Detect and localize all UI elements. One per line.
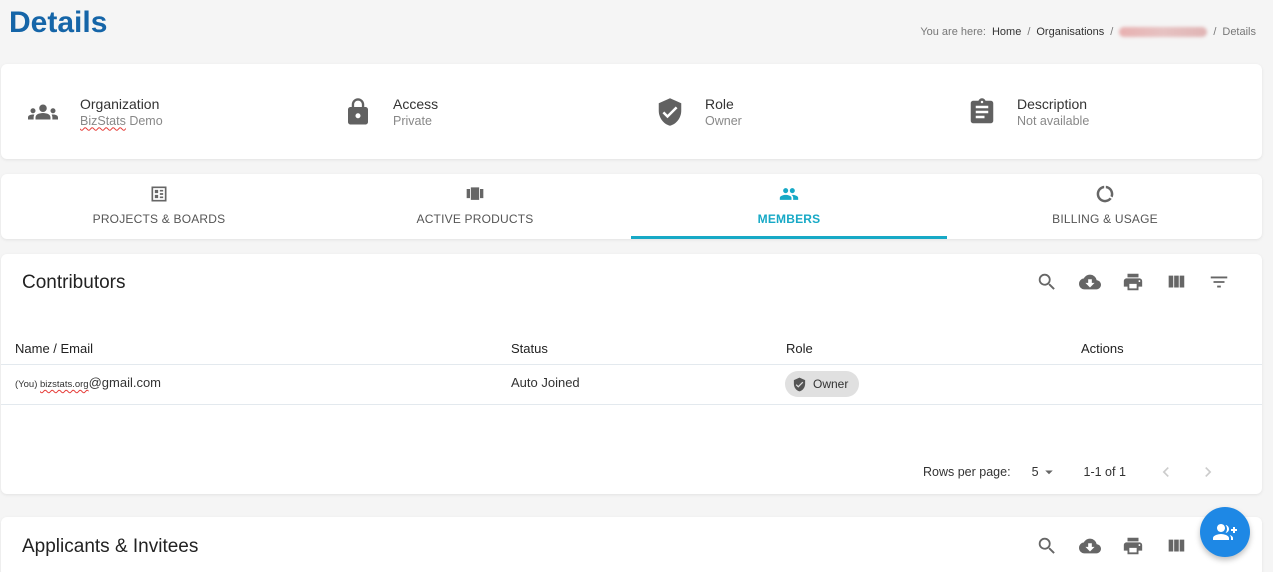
print-button[interactable] — [1111, 531, 1154, 561]
info-access-value: Private — [393, 113, 432, 128]
breadcrumb-prefix: You are here: — [920, 26, 986, 38]
clipboard-icon — [970, 97, 994, 123]
breadcrumb-separator: / — [1027, 26, 1031, 38]
next-page-button[interactable] — [1198, 462, 1218, 482]
info-access-label: Access — [393, 95, 439, 112]
people-icon — [779, 188, 799, 200]
breadcrumb: You are here: Home / Organisations / / D… — [920, 26, 1256, 38]
info-organization-label: Organization — [80, 95, 160, 112]
add-member-button[interactable] — [1200, 507, 1250, 557]
applicants-title: Applicants & Invitees — [22, 536, 199, 557]
chevron-right-icon — [1205, 467, 1212, 477]
tab-billing-usage-label: BILLING & USAGE — [1052, 212, 1158, 226]
header-divider — [1, 364, 1262, 365]
active-tab-indicator — [631, 236, 947, 239]
pagination-range: 1-1 of 1 — [1083, 465, 1126, 479]
info-role-label: Role — [705, 95, 734, 112]
view-column-icon — [1168, 539, 1184, 552]
breadcrumb-current: Details — [1222, 26, 1256, 38]
tab-active-products-label: ACTIVE PRODUCTS — [416, 212, 534, 226]
info-role-value: Owner — [705, 113, 742, 128]
breadcrumb-separator: / — [1213, 26, 1217, 38]
search-icon — [1038, 537, 1055, 554]
column-header-actions: Actions — [1081, 341, 1124, 356]
cloud-download-icon — [1078, 538, 1101, 554]
shield-check-icon — [658, 97, 682, 126]
rows-per-page-value: 5 — [1031, 465, 1039, 479]
rows-per-page-label: Rows per page: — [923, 465, 1011, 479]
filter-list-icon — [1210, 276, 1227, 288]
breadcrumb-separator: / — [1110, 26, 1114, 38]
print-button[interactable] — [1111, 267, 1154, 297]
columns-button[interactable] — [1154, 531, 1197, 561]
organization-info-card: Organization BizStats Demo Access Privat… — [1, 64, 1262, 159]
tab-members[interactable]: MEMBERS — [631, 174, 947, 239]
applicants-table-card: Applicants & Invitees — [1, 517, 1262, 572]
cloud-download-icon — [1078, 274, 1101, 290]
member-status: Auto Joined — [511, 375, 580, 390]
column-header-role[interactable]: Role — [786, 341, 813, 356]
info-description-label: Description — [1017, 95, 1088, 112]
group-icon — [28, 104, 58, 119]
shield-check-icon — [793, 377, 806, 391]
view-column-icon — [1168, 275, 1184, 288]
column-header-name-email[interactable]: Name / Email — [15, 341, 93, 356]
breadcrumb-organisation-link-redacted[interactable] — [1119, 27, 1208, 37]
rows-per-page-select[interactable]: 5 — [1032, 463, 1058, 481]
contributors-title: Contributors — [22, 272, 126, 293]
columns-button[interactable] — [1154, 267, 1197, 297]
row-divider — [1, 404, 1262, 405]
filter-button[interactable] — [1197, 267, 1240, 297]
dropdown-arrow-icon — [1044, 470, 1053, 475]
download-button[interactable] — [1068, 267, 1111, 297]
donut-icon — [1096, 185, 1114, 203]
info-access: Access Private — [343, 64, 438, 159]
download-button[interactable] — [1068, 531, 1111, 561]
print-icon — [1123, 537, 1142, 555]
member-role-chip: Owner — [785, 371, 860, 397]
contributors-toolbar — [1025, 267, 1240, 297]
lock-icon — [348, 97, 368, 124]
info-description-value: Not available — [1017, 113, 1090, 128]
tab-active-products[interactable]: ACTIVE PRODUCTS — [317, 174, 633, 239]
tab-projects-boards[interactable]: PROJECTS & BOARDS — [1, 174, 317, 239]
breadcrumb-organisations-link[interactable]: Organisations — [1036, 26, 1104, 38]
applicants-toolbar — [1025, 531, 1197, 561]
pagination: Rows per page: 5 1-1 of 1 — [923, 462, 1218, 482]
info-description: Description Not available — [967, 64, 1089, 159]
info-organization-value: BizStats Demo — [80, 113, 163, 128]
previous-page-button[interactable] — [1156, 462, 1176, 482]
member-name-email: (You) bizstats.org@gmail.com — [15, 375, 162, 390]
column-header-status[interactable]: Status — [511, 341, 548, 356]
group-add-icon — [1213, 524, 1237, 540]
tab-members-label: MEMBERS — [757, 212, 821, 226]
member-role-label: Owner — [813, 377, 849, 391]
search-icon — [1038, 273, 1055, 290]
search-button[interactable] — [1025, 531, 1068, 561]
tabs-bar: PROJECTS & BOARDS ACTIVE PRODUCTS MEMBER… — [1, 174, 1262, 239]
page-title: Details — [9, 6, 108, 39]
breadcrumb-home-link[interactable]: Home — [992, 26, 1021, 38]
info-organization: Organization BizStats Demo — [28, 64, 163, 159]
tab-billing-usage[interactable]: BILLING & USAGE — [947, 174, 1263, 239]
view-carousel-icon — [466, 187, 484, 200]
dashboard-icon — [151, 186, 167, 202]
chevron-left-icon — [1162, 467, 1169, 477]
info-role: Role Owner — [655, 64, 742, 159]
contributors-table-card: Contributors Name / Email Status Role Ac… — [1, 254, 1262, 494]
print-icon — [1123, 273, 1142, 291]
tab-projects-boards-label: PROJECTS & BOARDS — [92, 212, 226, 226]
search-button[interactable] — [1025, 267, 1068, 297]
